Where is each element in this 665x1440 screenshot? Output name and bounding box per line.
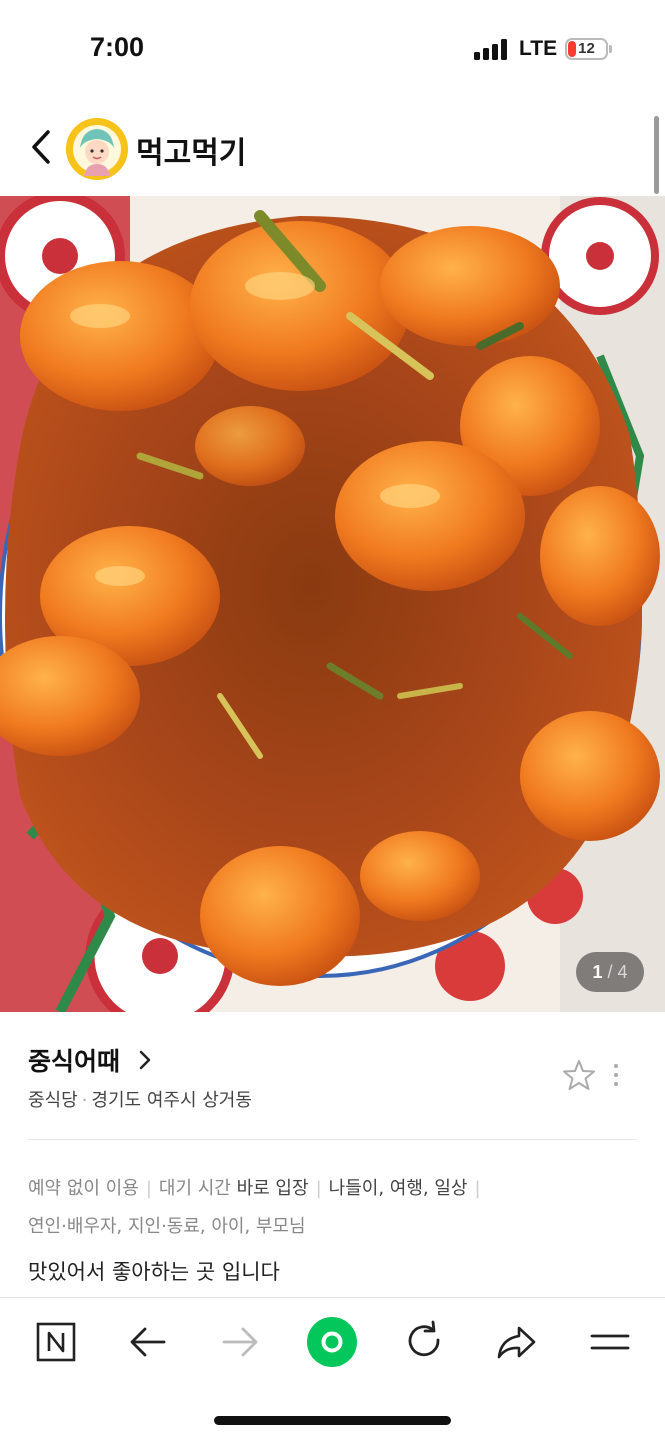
forward-arrow-icon (222, 1327, 258, 1357)
forward-nav-button[interactable] (216, 1318, 264, 1366)
signal-icon (474, 38, 508, 60)
home-indicator[interactable] (214, 1416, 451, 1425)
tag-wait-label: 대기 시간 (158, 1178, 231, 1199)
star-icon (563, 1060, 595, 1090)
more-vertical-icon (614, 1064, 618, 1086)
place-category: 중식당 (28, 1090, 78, 1111)
status-bar: 7:00 LTE 12 (0, 0, 665, 100)
menu-icon (590, 1334, 630, 1350)
review-text: 맛있어서 좋아하는 곳 입니다 (28, 1260, 280, 1284)
back-button[interactable] (22, 122, 62, 172)
back-arrow-icon (130, 1327, 166, 1357)
photo-current: 1 (592, 962, 603, 982)
battery-icon: 12 (565, 38, 608, 60)
favorite-button[interactable] (562, 1058, 596, 1092)
battery-nub (609, 45, 612, 53)
network-type: LTE (519, 37, 558, 60)
blog-header: 먹고먹기 (0, 100, 665, 196)
photo-counter: 1 / 4 (576, 952, 644, 992)
green-dot-icon (307, 1317, 357, 1367)
blog-name[interactable]: 먹고먹기 (136, 128, 246, 172)
back-nav-button[interactable] (124, 1318, 172, 1366)
chevron-left-icon (32, 130, 50, 164)
tag-reservation: 예약 없이 이용 (28, 1178, 139, 1199)
food-photo[interactable] (0, 196, 665, 1012)
place-address: 경기도 여주시 상거동 (91, 1090, 252, 1111)
more-button[interactable] (606, 1058, 626, 1092)
menu-button[interactable] (586, 1318, 634, 1366)
status-time: 7:00 (90, 32, 145, 62)
refresh-icon (408, 1320, 440, 1357)
meta-separator: · (81, 1090, 88, 1111)
naver-home-button[interactable] (32, 1318, 80, 1366)
tag-wait-value: 바로 입장 (236, 1178, 309, 1199)
green-dot-button[interactable] (306, 1316, 358, 1368)
place-name[interactable]: 중식어때 (28, 1042, 120, 1078)
share-icon (497, 1326, 536, 1359)
photo-total: 4 (617, 962, 628, 982)
share-button[interactable] (492, 1318, 540, 1366)
scrollbar[interactable] (654, 116, 659, 194)
naver-home-icon (36, 1322, 76, 1362)
place-meta: 중식당 · 경기도 여주시 상거동 (28, 1086, 252, 1112)
refresh-button[interactable] (400, 1318, 448, 1366)
avatar[interactable] (66, 118, 128, 180)
chevron-right-icon[interactable] (136, 1047, 154, 1073)
tag-purpose: 나들이, 여행, 일상 (328, 1178, 468, 1199)
photo-separator: / (607, 962, 613, 982)
tag-companions: 연인·배우자, 지인·동료, 아이, 부모님 (28, 1216, 306, 1237)
battery-level: 12 (578, 40, 595, 57)
divider (28, 1139, 637, 1140)
food-photo-image (0, 196, 665, 1012)
keyword-tags: 예약 없이 이용 | 대기 시간 바로 입장 | 나들이, 여행, 일상 | 연인·배우자… (28, 1178, 481, 1237)
